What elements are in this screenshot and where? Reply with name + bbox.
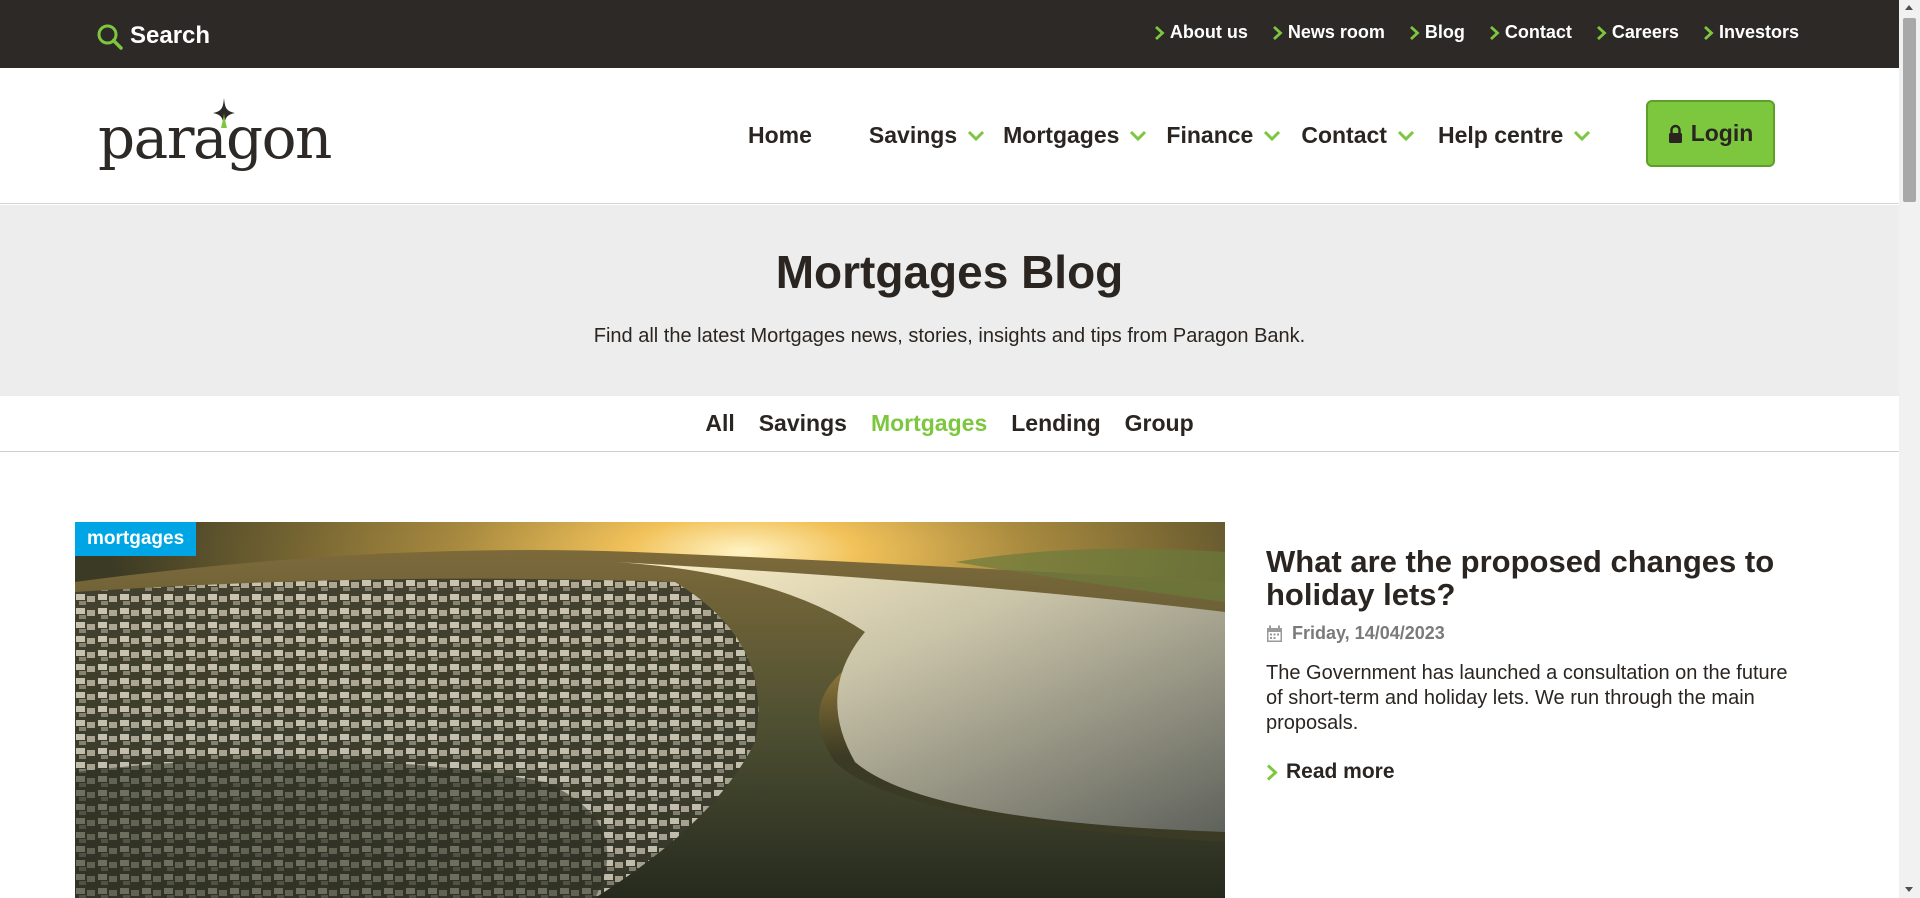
utility-link-news-room[interactable]: News room <box>1272 22 1385 43</box>
chevron-down-icon <box>1264 130 1281 141</box>
read-more-label: Read more <box>1286 760 1395 783</box>
nav-contact[interactable]: Contact <box>1301 122 1415 149</box>
chevron-right-icon <box>1596 25 1607 40</box>
utility-nav: About us News room Blog Contact Careers … <box>1130 22 1799 43</box>
scroll-up-icon[interactable] <box>1905 5 1913 10</box>
scrollbar-thumb[interactable] <box>1903 18 1916 202</box>
chevron-right-icon <box>1489 25 1500 40</box>
site-header: paragon Home Savings Mortgages Finance C… <box>0 68 1899 204</box>
nav-label: Contact <box>1301 122 1387 148</box>
chevron-down-icon <box>968 130 985 141</box>
nav-finance[interactable]: Finance <box>1166 122 1281 149</box>
chevron-right-icon <box>1704 25 1714 40</box>
category-tabs: All Savings Mortgages Lending Group <box>0 396 1899 452</box>
chevron-right-icon <box>1272 25 1283 40</box>
login-button[interactable]: Login <box>1646 100 1775 167</box>
utility-link-about-us[interactable]: About us <box>1154 22 1248 43</box>
chevron-down-icon <box>1574 130 1591 141</box>
nav-help-centre[interactable]: Help centre <box>1438 122 1591 149</box>
article-date: Friday, 14/04/2023 <box>1266 623 1806 644</box>
page-subtitle: Find all the latest Mortgages news, stor… <box>593 325 1306 347</box>
utility-bar: Search About us News room Blog Contact C… <box>0 0 1899 68</box>
nav-label: Finance <box>1166 122 1254 148</box>
tab-all[interactable]: All <box>705 410 734 437</box>
tab-lending[interactable]: Lending <box>1011 410 1100 437</box>
page-title: Mortgages Blog <box>775 246 1124 298</box>
chevron-right-icon <box>1409 25 1420 40</box>
tab-savings[interactable]: Savings <box>759 410 847 437</box>
utility-link-label: Blog <box>1424 22 1465 42</box>
nav-label: Mortgages <box>1003 122 1120 148</box>
scroll-down-icon[interactable] <box>1905 887 1913 892</box>
blog-hero: Mortgages Blog Find all the latest Mortg… <box>0 205 1899 396</box>
utility-link-label: News room <box>1287 22 1385 42</box>
page-scrollbar[interactable] <box>1899 0 1920 898</box>
read-more-link[interactable]: Read more <box>1266 760 1806 784</box>
chevron-right-icon <box>1154 25 1165 40</box>
category-tag[interactable]: mortgages <box>75 522 197 556</box>
utility-link-label: Investors <box>1718 22 1799 42</box>
calendar-icon <box>1267 625 1282 642</box>
chevron-down-icon <box>1397 130 1415 141</box>
utility-link-label: Careers <box>1611 22 1679 42</box>
logo-star-icon <box>213 98 235 128</box>
article-date-text: Friday, 14/04/2023 <box>1292 623 1445 643</box>
utility-link-label: Contact <box>1504 22 1572 42</box>
featured-article-image[interactable] <box>75 522 1225 898</box>
utility-link-careers[interactable]: Careers <box>1596 22 1679 43</box>
nav-savings[interactable]: Savings <box>869 122 985 149</box>
utility-link-label: About us <box>1169 22 1248 42</box>
login-label: Login <box>1690 120 1754 146</box>
nav-label: Savings <box>868 122 958 148</box>
article-excerpt: The Government has launched a consultati… <box>1266 662 1788 734</box>
nav-label: Home <box>748 122 812 148</box>
paragon-logo[interactable]: paragon <box>98 98 332 178</box>
chevron-down-icon <box>1130 130 1147 141</box>
nav-label: Help centre <box>1437 122 1564 148</box>
utility-link-blog[interactable]: Blog <box>1409 22 1465 43</box>
utility-link-investors[interactable]: Investors <box>1703 22 1799 43</box>
utility-link-contact[interactable]: Contact <box>1489 22 1572 43</box>
search-button[interactable]: Search <box>96 22 210 50</box>
lock-icon <box>1668 124 1682 143</box>
search-icon <box>97 24 123 50</box>
nav-mortgages[interactable]: Mortgages <box>1003 122 1147 149</box>
chevron-right-icon <box>1266 763 1278 781</box>
search-label: Search <box>130 22 211 49</box>
tab-group[interactable]: Group <box>1125 410 1194 437</box>
nav-home[interactable]: Home <box>748 122 812 149</box>
main-nav: Home Savings Mortgages Finance Contact H… <box>748 122 1591 149</box>
aerial-town-photo <box>75 522 1225 898</box>
tab-mortgages[interactable]: Mortgages <box>871 410 987 437</box>
article-title[interactable]: What are the proposed changes to holiday… <box>1266 545 1806 611</box>
featured-article: What are the proposed changes to holiday… <box>1266 545 1806 784</box>
